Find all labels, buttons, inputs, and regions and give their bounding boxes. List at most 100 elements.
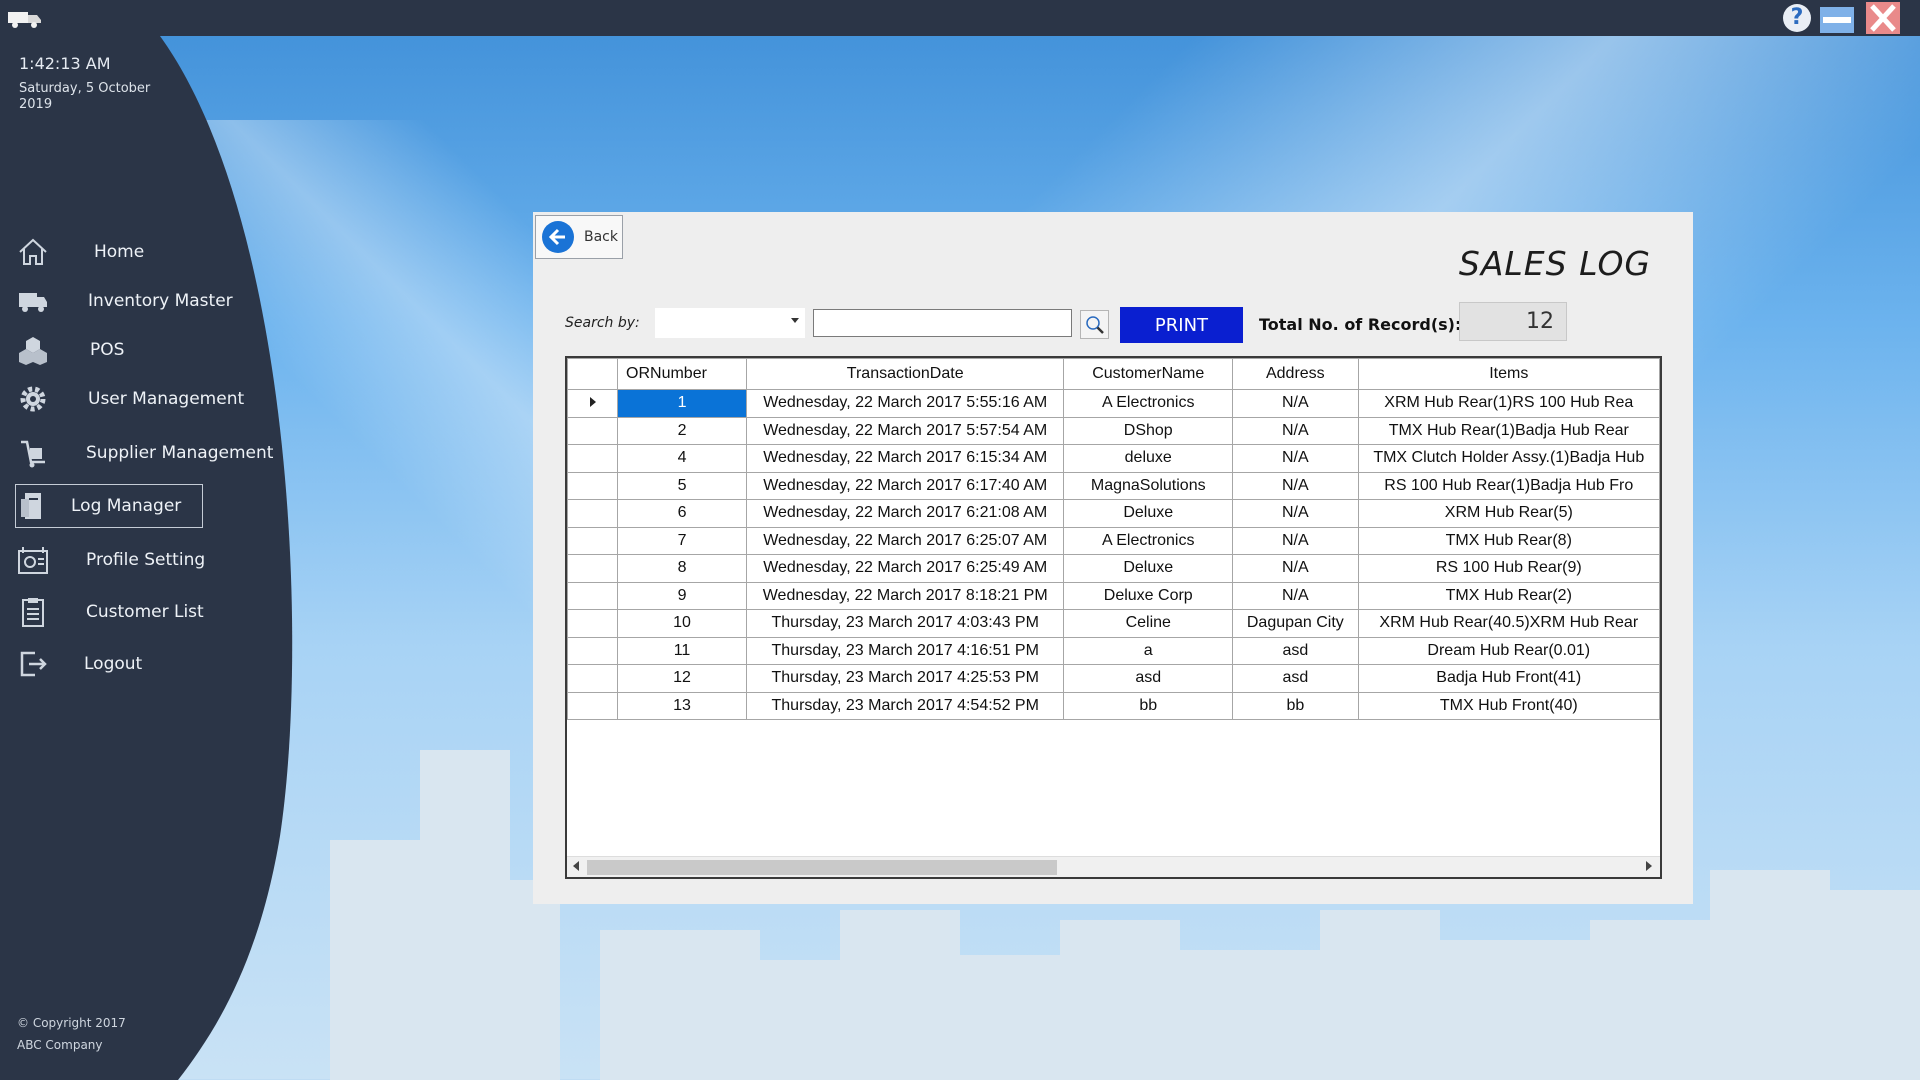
table-cell-address[interactable]: asd bbox=[1232, 636, 1359, 665]
table-cell-address[interactable]: N/A bbox=[1232, 471, 1359, 500]
table-row[interactable]: 7 Wednesday, 22 March 2017 6:25:07 AM A El… bbox=[567, 526, 1660, 555]
table-cell-customer[interactable]: deluxe bbox=[1063, 444, 1234, 473]
scroll-right-icon[interactable] bbox=[1646, 861, 1652, 871]
table-cell-date[interactable]: Thursday, 23 March 2017 4:25:53 PM bbox=[746, 664, 1065, 693]
search-button[interactable] bbox=[1080, 310, 1109, 339]
row-header[interactable] bbox=[567, 389, 619, 418]
row-header[interactable] bbox=[567, 416, 619, 445]
minimize-button[interactable] bbox=[1820, 2, 1854, 34]
print-button[interactable]: PRINT bbox=[1120, 307, 1243, 343]
sidebar-item-user-management[interactable]: User Management bbox=[16, 377, 276, 421]
table-cell-date[interactable]: Wednesday, 22 March 2017 6:25:07 AM bbox=[746, 526, 1065, 555]
table-cell-date[interactable]: Wednesday, 22 March 2017 8:18:21 PM bbox=[746, 581, 1065, 610]
table-cell-items[interactable]: TMX Hub Rear(1)Badja Hub Rear bbox=[1357, 416, 1660, 445]
table-cell-date[interactable]: Wednesday, 22 March 2017 5:57:54 AM bbox=[746, 416, 1065, 445]
table-cell-customer[interactable]: asd bbox=[1063, 664, 1234, 693]
row-header[interactable] bbox=[567, 471, 619, 500]
table-cell-or[interactable]: 11 bbox=[617, 636, 748, 665]
scrollbar-thumb[interactable] bbox=[587, 860, 1057, 875]
table-row[interactable]: 13 Thursday, 23 March 2017 4:54:52 PM bb bb… bbox=[567, 691, 1660, 720]
row-header[interactable] bbox=[567, 664, 619, 693]
search-by-select[interactable] bbox=[655, 308, 805, 338]
table-cell-customer[interactable]: Deluxe Corp bbox=[1063, 581, 1234, 610]
table-cell-items[interactable]: Badja Hub Front(41) bbox=[1357, 664, 1660, 693]
table-cell-address[interactable]: N/A bbox=[1232, 526, 1359, 555]
table-cell-items[interactable]: TMX Hub Front(40) bbox=[1357, 691, 1660, 720]
table-cell-items[interactable]: XRM Hub Rear(5) bbox=[1357, 499, 1660, 528]
row-header[interactable] bbox=[567, 581, 619, 610]
table-cell-address[interactable]: N/A bbox=[1232, 416, 1359, 445]
table-cell-items[interactable]: TMX Hub Rear(2) bbox=[1357, 581, 1660, 610]
table-cell-customer[interactable]: bb bbox=[1063, 691, 1234, 720]
table-cell-customer[interactable]: Deluxe bbox=[1063, 499, 1234, 528]
row-header[interactable] bbox=[567, 636, 619, 665]
table-cell-address[interactable]: Dagupan City bbox=[1232, 609, 1359, 638]
row-header[interactable] bbox=[567, 554, 619, 583]
table-cell-items[interactable]: RS 100 Hub Rear(1)Badja Hub Fro bbox=[1357, 471, 1660, 500]
table-cell-items[interactable]: TMX Hub Rear(8) bbox=[1357, 526, 1660, 555]
table-cell-or[interactable]: 10 bbox=[617, 609, 748, 638]
table-cell-customer[interactable]: DShop bbox=[1063, 416, 1234, 445]
column-header-items[interactable]: Items bbox=[1357, 358, 1660, 390]
table-cell-date[interactable]: Wednesday, 22 March 2017 6:15:34 AM bbox=[746, 444, 1065, 473]
table-cell-address[interactable]: N/A bbox=[1232, 444, 1359, 473]
search-input[interactable] bbox=[813, 309, 1072, 337]
table-row[interactable]: 10 Thursday, 23 March 2017 4:03:43 PM Celi… bbox=[567, 609, 1660, 638]
table-row[interactable]: 6 Wednesday, 22 March 2017 6:21:08 AM Delu… bbox=[567, 499, 1660, 528]
column-header-ornumber[interactable]: ORNumber bbox=[617, 358, 748, 390]
sidebar-item-customer-list[interactable]: Customer List bbox=[16, 590, 276, 634]
table-cell-customer[interactable]: Deluxe bbox=[1063, 554, 1234, 583]
sidebar-item-home[interactable]: Home bbox=[16, 230, 276, 274]
row-header[interactable] bbox=[567, 609, 619, 638]
table-cell-customer[interactable]: A Electronics bbox=[1063, 389, 1234, 418]
table-cell-address[interactable]: N/A bbox=[1232, 389, 1359, 418]
row-header[interactable] bbox=[567, 499, 619, 528]
sidebar-item-supplier-management[interactable]: Supplier Management bbox=[16, 431, 276, 475]
table-cell-items[interactable]: Dream Hub Rear(0.01) bbox=[1357, 636, 1660, 665]
table-cell-date[interactable]: Thursday, 23 March 2017 4:54:52 PM bbox=[746, 691, 1065, 720]
table-row[interactable]: 11 Thursday, 23 March 2017 4:16:51 PM a asd… bbox=[567, 636, 1660, 665]
table-cell-customer[interactable]: A Electronics bbox=[1063, 526, 1234, 555]
table-cell-date[interactable]: Thursday, 23 March 2017 4:16:51 PM bbox=[746, 636, 1065, 665]
table-row[interactable]: 8 Wednesday, 22 March 2017 6:25:49 AM Delu… bbox=[567, 554, 1660, 583]
table-cell-items[interactable]: XRM Hub Rear(40.5)XRM Hub Rear bbox=[1357, 609, 1660, 638]
table-cell-date[interactable]: Wednesday, 22 March 2017 6:21:08 AM bbox=[746, 499, 1065, 528]
table-cell-date[interactable]: Wednesday, 22 March 2017 6:25:49 AM bbox=[746, 554, 1065, 583]
table-cell-items[interactable]: XRM Hub Rear(1)RS 100 Hub Rea bbox=[1357, 389, 1660, 418]
table-cell-or[interactable]: 8 bbox=[617, 554, 748, 583]
sidebar-item-log-manager[interactable]: Log Manager bbox=[15, 484, 203, 528]
table-cell-or[interactable]: 12 bbox=[617, 664, 748, 693]
column-header-address[interactable]: Address bbox=[1232, 358, 1359, 390]
table-row[interactable]: 9 Wednesday, 22 March 2017 8:18:21 PM Delu… bbox=[567, 581, 1660, 610]
sidebar-item-logout[interactable]: Logout bbox=[16, 642, 276, 686]
table-cell-address[interactable]: bb bbox=[1232, 691, 1359, 720]
scroll-left-icon[interactable] bbox=[573, 861, 579, 871]
table-cell-or[interactable]: 4 bbox=[617, 444, 748, 473]
table-cell-date[interactable]: Thursday, 23 March 2017 4:03:43 PM bbox=[746, 609, 1065, 638]
table-cell-or[interactable]: 5 bbox=[617, 471, 748, 500]
table-cell-customer[interactable]: Celine bbox=[1063, 609, 1234, 638]
table-cell-or[interactable]: 13 bbox=[617, 691, 748, 720]
table-cell-items[interactable]: RS 100 Hub Rear(9) bbox=[1357, 554, 1660, 583]
table-cell-or[interactable]: 2 bbox=[617, 416, 748, 445]
table-cell-address[interactable]: N/A bbox=[1232, 581, 1359, 610]
sidebar-item-pos[interactable]: POS bbox=[16, 328, 276, 372]
back-button[interactable]: Back bbox=[535, 215, 623, 259]
close-button[interactable] bbox=[1866, 2, 1900, 34]
column-header-transactiondate[interactable]: TransactionDate bbox=[746, 358, 1065, 390]
table-row[interactable]: 1 Wednesday, 22 March 2017 5:55:16 AM A El… bbox=[567, 389, 1660, 418]
row-header[interactable] bbox=[567, 444, 619, 473]
table-cell-or[interactable]: 6 bbox=[617, 499, 748, 528]
table-cell-date[interactable]: Wednesday, 22 March 2017 6:17:40 AM bbox=[746, 471, 1065, 500]
table-row[interactable]: 2 Wednesday, 22 March 2017 5:57:54 AM DSho… bbox=[567, 416, 1660, 445]
table-cell-customer[interactable]: MagnaSolutions bbox=[1063, 471, 1234, 500]
horizontal-scrollbar[interactable] bbox=[567, 856, 1660, 877]
table-cell-address[interactable]: N/A bbox=[1232, 554, 1359, 583]
table-cell-or[interactable]: 9 bbox=[617, 581, 748, 610]
table-row[interactable]: 4 Wednesday, 22 March 2017 6:15:34 AM delu… bbox=[567, 444, 1660, 473]
table-cell-address[interactable]: asd bbox=[1232, 664, 1359, 693]
table-row[interactable]: 12 Thursday, 23 March 2017 4:25:53 PM asd a… bbox=[567, 664, 1660, 693]
table-cell-items[interactable]: TMX Clutch Holder Assy.(1)Badja Hub bbox=[1357, 444, 1660, 473]
sales-log-grid[interactable]: ORNumber TransactionDate CustomerName Ad… bbox=[565, 356, 1662, 879]
help-button[interactable]: ? bbox=[1780, 2, 1814, 34]
